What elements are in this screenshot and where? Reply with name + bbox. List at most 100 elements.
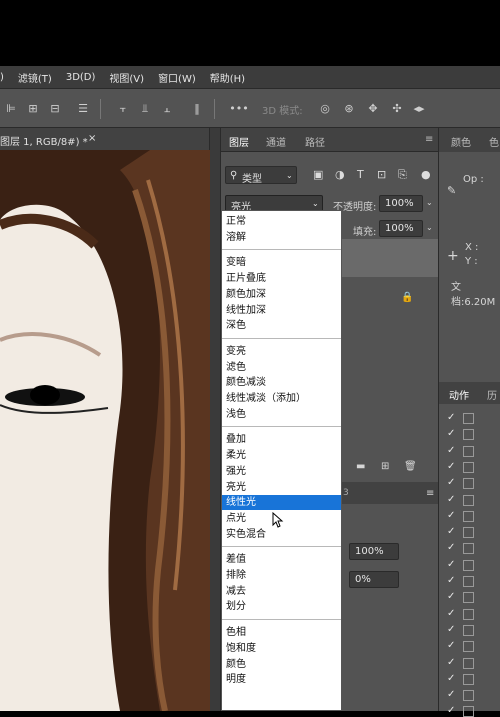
blend-mode-option[interactable]: 实色混合 bbox=[222, 527, 341, 542]
blend-mode-option[interactable]: 差值 bbox=[222, 552, 341, 567]
action-dialog-toggle[interactable] bbox=[463, 624, 474, 636]
menu-item-3d[interactable]: 3D(D) bbox=[66, 72, 96, 83]
3d-slide-icon[interactable]: ✣ bbox=[390, 102, 404, 116]
chevron-down-icon[interactable]: ⌄ bbox=[426, 198, 433, 207]
type-filter-icon[interactable]: T bbox=[357, 168, 364, 181]
action-dialog-toggle[interactable] bbox=[463, 706, 474, 717]
chevron-down-icon[interactable]: ⌄ bbox=[426, 223, 433, 232]
3d-orbit-icon[interactable]: ◎ bbox=[318, 102, 332, 116]
action-check-icon[interactable]: ✓ bbox=[447, 526, 455, 537]
blend-mode-option[interactable]: 色相 bbox=[222, 625, 341, 640]
group-icon[interactable]: ▬ bbox=[356, 461, 365, 472]
blend-mode-option[interactable]: 变亮 bbox=[222, 344, 341, 359]
3d-roll-icon[interactable]: ⊛ bbox=[342, 102, 356, 116]
menu-item-help[interactable]: 帮助(H) bbox=[210, 70, 245, 85]
blend-mode-option[interactable]: 颜色加深 bbox=[222, 287, 341, 302]
action-dialog-toggle[interactable] bbox=[463, 559, 474, 571]
action-dialog-toggle[interactable] bbox=[463, 510, 474, 522]
action-dialog-toggle[interactable] bbox=[463, 673, 474, 685]
blend-mode-option[interactable]: 叠加 bbox=[222, 432, 341, 447]
eyedropper-icon[interactable]: ✎ bbox=[447, 184, 456, 197]
action-check-icon[interactable]: ✓ bbox=[447, 428, 455, 439]
filter-toggle-icon[interactable]: ● bbox=[421, 168, 431, 181]
action-dialog-toggle[interactable] bbox=[463, 478, 474, 490]
action-dialog-toggle[interactable] bbox=[463, 413, 474, 424]
action-check-icon[interactable]: ✓ bbox=[447, 461, 455, 472]
action-check-icon[interactable]: ✓ bbox=[447, 575, 455, 586]
menu-item-window[interactable]: 窗口(W) bbox=[158, 70, 196, 85]
distribute-icon[interactable]: ☰ bbox=[76, 102, 90, 116]
align-left-icon[interactable]: ⊫ bbox=[4, 102, 18, 116]
align-center-icon[interactable]: ⊞ bbox=[26, 102, 40, 116]
3d-scale-icon[interactable]: ◂▸ bbox=[412, 102, 426, 116]
action-dialog-toggle[interactable] bbox=[463, 592, 474, 604]
smart-object-filter-icon[interactable]: ⎘ bbox=[398, 168, 407, 182]
align-right-icon[interactable]: ⊟ bbox=[48, 102, 62, 116]
menu-item-filter[interactable]: 滤镜(T) bbox=[18, 70, 52, 85]
action-check-icon[interactable]: ✓ bbox=[447, 657, 455, 668]
blend-mode-option[interactable]: 亮光 bbox=[222, 480, 341, 495]
image-canvas[interactable] bbox=[0, 150, 210, 711]
blend-mode-option[interactable]: 浅色 bbox=[222, 407, 341, 422]
panel-menu-icon[interactable]: ≡ bbox=[425, 134, 433, 145]
blend-mode-option[interactable]: 线性加深 bbox=[222, 303, 341, 318]
distribute-h-icon[interactable]: ‖ bbox=[190, 102, 204, 116]
action-check-icon[interactable]: ✓ bbox=[447, 673, 455, 684]
blend-mode-option[interactable]: 饱和度 bbox=[222, 641, 341, 656]
action-check-icon[interactable]: ✓ bbox=[447, 412, 455, 423]
blend-mode-option[interactable]: 线性减淡（添加） bbox=[222, 391, 341, 406]
action-dialog-toggle[interactable] bbox=[463, 690, 474, 702]
action-check-icon[interactable]: ✓ bbox=[447, 591, 455, 602]
blend-mode-option[interactable]: 强光 bbox=[222, 464, 341, 479]
align-bottom-icon[interactable]: ⫠ bbox=[160, 102, 174, 116]
action-dialog-toggle[interactable] bbox=[463, 494, 474, 506]
action-check-icon[interactable]: ✓ bbox=[447, 542, 455, 553]
opacity-field[interactable]: 100% bbox=[379, 195, 423, 212]
action-dialog-toggle[interactable] bbox=[463, 445, 474, 457]
action-dialog-toggle[interactable] bbox=[463, 543, 474, 555]
blend-mode-option[interactable]: 变暗 bbox=[222, 255, 341, 270]
blend-mode-option[interactable]: 正片叠底 bbox=[222, 271, 341, 286]
action-dialog-toggle[interactable] bbox=[463, 576, 474, 587]
action-check-icon[interactable]: ✓ bbox=[447, 624, 455, 635]
tab-actions[interactable]: 动作 bbox=[449, 387, 469, 402]
blend-mode-option[interactable]: 划分 bbox=[222, 599, 341, 614]
menu-item-partial[interactable]: ) bbox=[0, 72, 4, 83]
blend-mode-option[interactable]: 滤色 bbox=[222, 360, 341, 375]
blend-mode-option[interactable]: 线性光 bbox=[222, 495, 341, 511]
action-check-icon[interactable]: ✓ bbox=[447, 608, 455, 619]
action-check-icon[interactable]: ✓ bbox=[447, 494, 455, 505]
tab-paths[interactable]: 路径 bbox=[305, 134, 325, 149]
blend-mode-option[interactable]: 溶解 bbox=[222, 230, 341, 245]
align-middle-icon[interactable]: ⫫ bbox=[138, 102, 152, 116]
lock-icon[interactable]: 🔒 bbox=[401, 292, 413, 303]
blend-mode-option[interactable]: 正常 bbox=[222, 214, 341, 229]
blend-mode-option[interactable]: 减去 bbox=[222, 584, 341, 599]
action-dialog-toggle[interactable] bbox=[463, 527, 474, 539]
close-icon[interactable]: × bbox=[88, 133, 96, 144]
more-options-icon[interactable]: ••• bbox=[228, 102, 250, 116]
action-dialog-toggle[interactable] bbox=[463, 461, 474, 473]
blend-mode-option[interactable]: 深色 bbox=[222, 318, 341, 333]
blend-mode-option[interactable]: 柔光 bbox=[222, 448, 341, 463]
panel-menu-icon[interactable]: ≡ bbox=[426, 488, 434, 499]
new-layer-icon[interactable]: ⊞ bbox=[381, 461, 389, 472]
tab-channels[interactable]: 通道 bbox=[266, 134, 286, 149]
blend-mode-option[interactable]: 颜色减淡 bbox=[222, 375, 341, 390]
blend-mode-option[interactable]: 排除 bbox=[222, 568, 341, 583]
action-dialog-toggle[interactable] bbox=[463, 429, 474, 441]
action-check-icon[interactable]: ✓ bbox=[447, 445, 455, 456]
action-dialog-toggle[interactable] bbox=[463, 641, 474, 653]
properties-field-1[interactable]: 100% bbox=[349, 543, 399, 560]
action-check-icon[interactable]: ✓ bbox=[447, 559, 455, 570]
image-filter-icon[interactable]: ▣ bbox=[313, 168, 323, 181]
trash-icon[interactable]: 🗑 bbox=[404, 461, 417, 472]
action-dialog-toggle[interactable] bbox=[463, 608, 474, 620]
layer-filter-select[interactable]: ⚲ 类型 ⌄ bbox=[225, 166, 297, 185]
action-dialog-toggle[interactable] bbox=[463, 657, 474, 669]
properties-field-2[interactable]: 0% bbox=[349, 571, 399, 588]
3d-pan-icon[interactable]: ✥ bbox=[366, 102, 380, 116]
tab-history[interactable]: 历 bbox=[487, 387, 497, 402]
menu-item-view[interactable]: 视图(V) bbox=[109, 70, 144, 85]
blend-mode-option[interactable]: 明度 bbox=[222, 672, 341, 687]
